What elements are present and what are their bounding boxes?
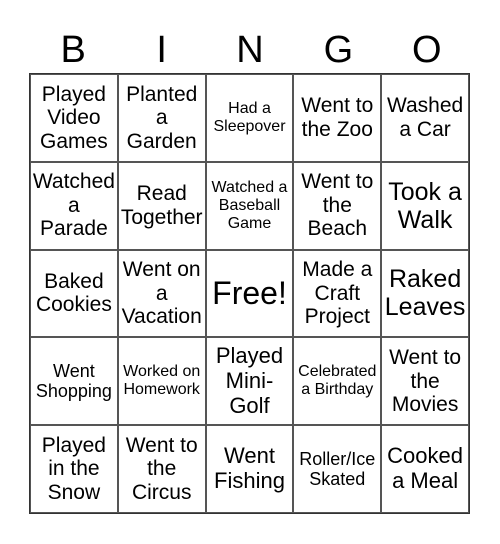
bingo-cell[interactable]: Watched a Parade bbox=[30, 161, 118, 250]
header-letter-i: I bbox=[156, 29, 167, 71]
bingo-cell[interactable]: Went Fishing bbox=[205, 425, 294, 513]
bingo-cell[interactable]: Went to the Beach bbox=[293, 161, 382, 250]
header-letter-g: G bbox=[323, 29, 354, 71]
bingo-card: Played Video Games Planted a Garden Had … bbox=[29, 73, 470, 514]
bingo-cell[interactable]: Read Together bbox=[117, 161, 206, 250]
header-letter-n: N bbox=[236, 29, 264, 71]
bingo-cell[interactable]: Worked on Homework bbox=[117, 337, 206, 426]
bingo-cell[interactable]: Went to the Movies bbox=[381, 337, 469, 426]
bingo-cell[interactable]: Watched a Baseball Game bbox=[205, 161, 294, 250]
bingo-cell[interactable]: Raked Leaves bbox=[381, 249, 469, 338]
bingo-cell[interactable]: Washed a Car bbox=[381, 74, 469, 162]
bingo-cell[interactable]: Played Mini-Golf bbox=[205, 337, 294, 426]
header-letter-o: O bbox=[412, 29, 442, 71]
free-space[interactable]: Free! bbox=[205, 249, 294, 338]
bingo-cell[interactable]: Played in the Snow bbox=[30, 425, 118, 513]
bingo-cell[interactable]: Roller/Ice Skated bbox=[293, 425, 382, 513]
bingo-header: B I N G O bbox=[29, 28, 471, 72]
bingo-cell[interactable]: Played Video Games bbox=[30, 74, 118, 162]
bingo-cell[interactable]: Cooked a Meal bbox=[381, 425, 469, 513]
bingo-cell[interactable]: Had a Sleepover bbox=[205, 74, 294, 162]
bingo-cell[interactable]: Went Shopping bbox=[30, 337, 118, 426]
bingo-cell[interactable]: Made a Craft Project bbox=[293, 249, 382, 338]
bingo-cell[interactable]: Celebrated a Birthday bbox=[293, 337, 382, 426]
bingo-cell[interactable]: Went on a Vacation bbox=[117, 249, 206, 338]
bingo-cell[interactable]: Went to the Zoo bbox=[293, 74, 382, 162]
bingo-cell[interactable]: Went to the Circus bbox=[117, 425, 206, 513]
header-letter-b: B bbox=[60, 29, 86, 71]
bingo-cell[interactable]: Baked Cookies bbox=[30, 249, 118, 338]
bingo-cell[interactable]: Took a Walk bbox=[381, 161, 469, 250]
bingo-cell[interactable]: Planted a Garden bbox=[117, 74, 206, 162]
